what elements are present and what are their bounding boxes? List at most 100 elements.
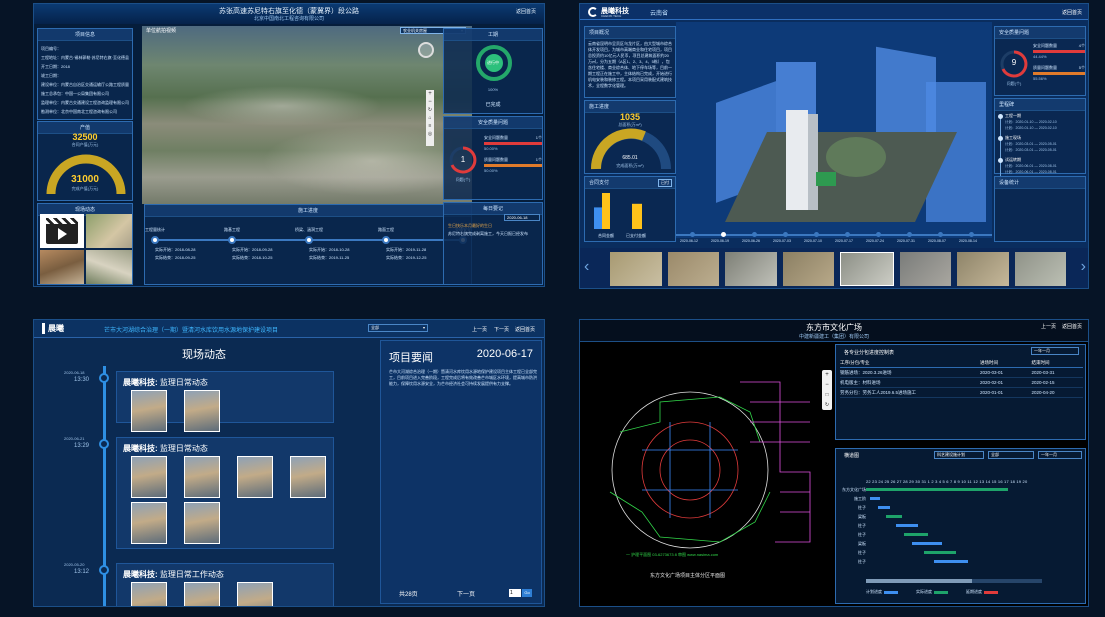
p1-aerial-map[interactable]: 单位航拍视频 农业机关房屋▾ + − ↻ ⌂ ≡ ◎ [142,26,472,204]
p3-select[interactable]: 全部 ▾ [368,324,428,332]
video-thumb-1[interactable] [40,214,84,248]
feed-card[interactable]: 晨曦科技: 监理日常工作动态 [116,563,334,606]
p1-stage-dot[interactable] [382,236,390,244]
p3-pager-go[interactable]: Go [522,589,532,597]
p2-timeline-dot[interactable] [938,232,943,237]
p2-nav-label[interactable]: 云南省 [650,8,668,17]
zoom-in-icon[interactable]: + [822,370,832,380]
p2-timeline-dot[interactable] [752,232,757,237]
fit-icon[interactable]: □ [822,390,832,400]
p1-return-button[interactable]: 返回首页 [516,8,536,15]
site-photo[interactable] [610,252,662,286]
p4-return-button[interactable]: 返回首页 [1062,323,1082,330]
zoom-in-icon[interactable]: + [426,90,434,98]
p1-stage-dot[interactable] [151,236,159,244]
layers-icon[interactable]: ≡ [426,122,434,130]
gantt-bar[interactable] [870,497,880,500]
table-row[interactable]: 劳务分包：劳务工人2019.6.5进场施工 2020-01-01 2020-04-2… [840,388,1083,398]
p2-timeline-dot[interactable] [721,232,726,237]
feed-photo[interactable] [290,456,326,498]
video-thumb-4[interactable] [86,250,132,284]
p2-timeline-dot[interactable] [690,232,695,237]
rotate-icon[interactable]: ↻ [426,106,434,114]
p4-gantt-scrollbar[interactable] [866,579,1042,583]
p2-timeline[interactable]: 2020-06-12 2020-06-19 2020-06-26 2020-07-03… [676,232,992,248]
feed-photo[interactable] [184,502,220,544]
site-photo[interactable] [725,252,777,286]
p2-timeline-dot[interactable] [876,232,881,237]
site-photo[interactable] [899,252,951,286]
p3-prev-button[interactable]: 上一页 [472,326,487,333]
p3-pager-input[interactable] [509,589,521,597]
p1-stage-label: 工程量核计 [145,227,165,232]
safety-row-value: 5个 [1078,65,1085,70]
p2-timeline-dot[interactable] [969,232,974,237]
video-thumb-3[interactable] [40,250,84,284]
gantt-bar[interactable] [878,506,890,509]
p1-map-select-value: 农业机关房屋 [403,28,427,33]
feed-photo[interactable] [131,390,167,432]
p1-stage-dot[interactable] [305,236,313,244]
chevron-right-icon[interactable]: › [1081,258,1086,276]
table-row[interactable]: 机电版主：材料进场 2020-02-01 2020-02-15 [840,378,1083,388]
p1-stage-label: 路面工程 [378,227,394,232]
rotate-icon[interactable]: ↻ [822,400,832,410]
location-icon[interactable]: ◎ [426,130,434,138]
site-photo[interactable] [957,252,1009,286]
feed-photo[interactable] [237,456,273,498]
gantt-bar[interactable] [912,542,942,545]
p2-contract-tag[interactable]: 已付 [658,179,672,187]
compass-icon[interactable] [418,42,434,58]
p2-timeline-dot[interactable] [814,232,819,237]
gantt-bar[interactable] [866,488,1008,491]
feed-photo[interactable] [131,456,167,498]
feed-photo[interactable] [131,582,167,606]
p4-gantt-select3-value: 一年一月 [1041,452,1057,457]
zoom-out-icon[interactable]: − [426,98,434,106]
p1-stage-dot[interactable] [228,236,236,244]
feed-photo[interactable] [237,582,273,606]
gantt-bar[interactable] [904,533,928,536]
gantt-bar[interactable] [934,560,968,563]
site-photo[interactable] [667,252,719,286]
p3-return-button[interactable]: 返回首页 [515,326,535,333]
p2-3d-model-view[interactable] [676,22,992,238]
home-icon[interactable]: ⌂ [426,114,434,122]
feed-card[interactable]: 晨曦科技: 监理日常动态 [116,371,334,432]
site-photo[interactable] [1014,252,1066,286]
p4-prev-button[interactable]: 上一页 [1041,323,1056,330]
gantt-bar[interactable] [886,515,902,518]
feed-photo[interactable] [184,390,220,432]
p4-gantt-select3[interactable]: 一年一月 [1038,451,1082,459]
p4-gantt-select2-value: 全部 [991,452,999,457]
site-photo[interactable] [782,252,834,286]
p4-subtitle: 中建新疆建工（集团）有限公司 [798,334,869,340]
p2-timeline-dot[interactable] [907,232,912,237]
p4-gantt-select2[interactable]: 全部 [988,451,1034,459]
p4-cad-drawing[interactable] [580,342,826,607]
legend-label: 延期进度 [966,589,982,594]
p3-pager-next[interactable]: 下一页 [457,589,475,598]
p1-safety-circle-label: 问题(个) [455,177,471,182]
feed-card[interactable]: 晨曦科技: 监理日常动态 [116,437,334,549]
p1-daily-date[interactable]: 2020-06-18 [504,214,540,221]
site-photo[interactable] [840,252,894,286]
p2-timeline-dot[interactable] [783,232,788,237]
p3-next-button[interactable]: 下一页 [494,326,509,333]
feed-photo[interactable] [184,456,220,498]
legend-swatch [884,590,898,594]
video-thumb-2[interactable] [86,214,132,248]
zoom-out-icon[interactable]: − [822,380,832,390]
gantt-bar[interactable] [924,551,956,554]
chevron-left-icon[interactable]: ‹ [584,258,589,276]
feed-photo[interactable] [184,582,220,606]
gantt-bar[interactable] [896,524,918,527]
feed-dot [99,565,109,575]
feed-photo[interactable] [131,502,167,544]
p2-timeline-dot[interactable] [845,232,850,237]
p2-return-button[interactable]: 返回首页 [1062,9,1082,16]
p4-gantt-select1[interactable]: 科艺建设施计划 [934,451,984,459]
table-row[interactable]: 钢筋进场：2020.3.26进场 2020-03-01 2020-03-31 [840,368,1083,378]
p4-table-select[interactable]: 一年一月 [1031,347,1079,355]
p2-device-panel: 设备统计 [994,176,1086,242]
